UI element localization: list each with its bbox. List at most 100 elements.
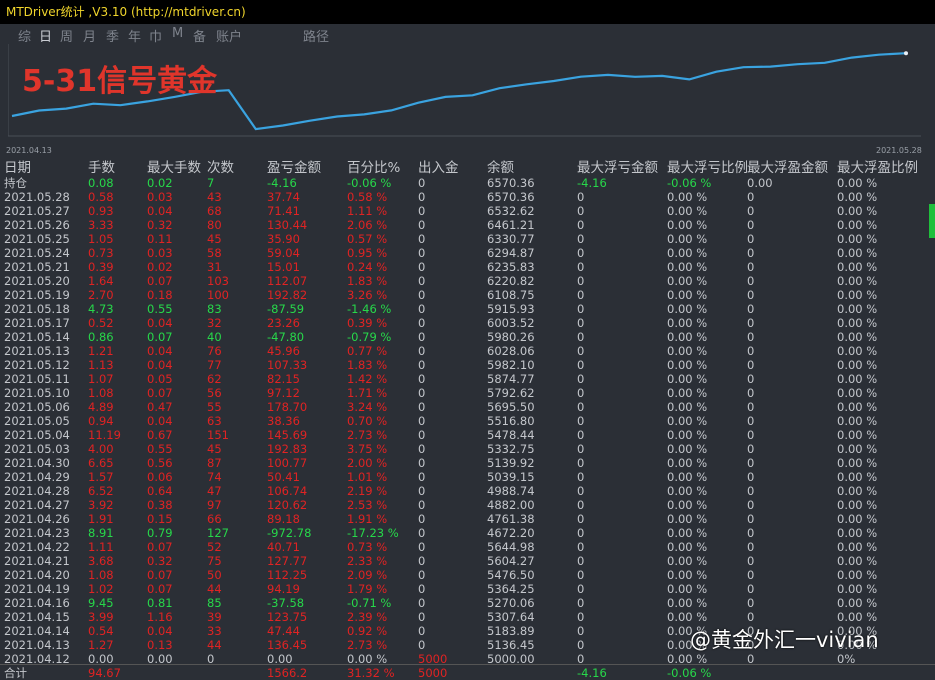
column-header[interactable]: 盈亏金额 [267,160,321,176]
table-cell: 0.00 % [837,414,878,428]
table-cell: 0 [577,316,585,330]
table-row[interactable]: 2021.05.20 1.64 0.07 103 112.07 1.83 % 0 6220.8… [0,274,935,288]
table-row[interactable]: 2021.04.16 9.45 0.81 85 -37.58 -0.71 % 0 5270.0… [0,596,935,610]
tab-week[interactable]: 周 [60,26,73,45]
column-header[interactable]: 出入金 [418,160,459,176]
table-cell: 0 [747,414,755,428]
table-cell: 0 [418,484,426,498]
tab-month[interactable]: 月 [83,26,96,45]
table-cell: 0 [747,428,755,442]
table-row[interactable]: 2021.05.05 0.94 0.04 63 38.36 0.70 % 0 5516.80 0… [0,414,935,428]
tab-account[interactable]: 账户 [216,26,242,45]
column-header[interactable]: 次数 [207,160,234,176]
table-row[interactable]: 2021.05.04 11.19 0.67 151 145.69 2.73 % 0 5478.… [0,428,935,442]
table-row[interactable]: 2021.04.27 3.92 0.38 97 120.62 2.53 % 0 4882.00… [0,498,935,512]
column-header[interactable]: 日期 [4,160,31,176]
table-cell: 1.91 [88,512,114,526]
table-cell: 0 [577,582,585,596]
table-cell: 0 [747,540,755,554]
table-row[interactable]: 2021.04.20 1.08 0.07 50 112.25 2.09 % 0 5476.50… [0,568,935,582]
table-cell: 0.13 [147,638,173,652]
table-cell: 2021.04.26 [4,512,70,526]
equity-end-marker [904,51,908,56]
table-row[interactable]: 2021.05.28 0.58 0.03 43 37.74 0.58 % 0 6570.36 0… [0,190,935,204]
table-row[interactable]: 2021.05.26 3.33 0.32 80 130.44 2.06 % 0 6461.21… [0,218,935,232]
table-row[interactable]: 2021.05.12 1.13 0.04 77 107.33 1.83 % 0 5982.10… [0,358,935,372]
tab-notes[interactable]: 备 [193,26,206,45]
table-row[interactable]: 2021.05.27 0.93 0.04 68 71.41 1.11 % 0 6532.62 0… [0,204,935,218]
total-row[interactable]: 合计 94.67 1566.2 31.32 % 5000 -4.16 -0.06 % [0,666,935,680]
table-cell: 120.62 [267,498,308,512]
table-cell: 2021.05.11 [4,372,70,386]
table-row[interactable]: 2021.05.19 2.70 0.18 100 192.82 3.26 % 0 6108.7… [0,288,935,302]
table-cell: 0 [418,414,426,428]
table-cell: 2021.04.23 [4,526,70,540]
table-cell: -37.58 [267,596,305,610]
table-cell: 0 [577,218,585,232]
table-cell: 136.45 [267,638,308,652]
table-row[interactable]: 2021.05.24 0.73 0.03 58 59.04 0.95 % 0 6294.87 0… [0,246,935,260]
table-cell: 0 [747,218,755,232]
scroll-indicator[interactable] [929,204,935,238]
table-row[interactable]: 2021.05.13 1.21 0.04 76 45.96 0.77 % 0 6028.06 0… [0,344,935,358]
table-cell: 71.41 [267,204,300,218]
tab-quarter[interactable]: 季 [106,26,119,45]
table-row[interactable]: 2021.04.26 1.91 0.15 66 89.18 1.91 % 0 4761.38 0… [0,512,935,526]
table-cell: 持仓 [4,176,27,190]
table-row[interactable]: 2021.05.10 1.08 0.07 56 97.12 1.71 % 0 5792.62 0… [0,386,935,400]
stats-window: MTDriver统计 ,V3.10 (http://mtdriver.cn) 综… [0,0,935,680]
table-row[interactable]: 2021.04.29 1.57 0.06 74 50.41 1.01 % 0 5039.15 0… [0,470,935,484]
table-cell: 1.83 % [347,274,388,288]
table-cell: 2.39 % [347,610,388,624]
table-row[interactable]: 2021.05.25 1.05 0.11 45 35.90 0.57 % 0 6330.77 0… [0,232,935,246]
table-row[interactable]: 2021.05.06 4.89 0.47 55 178.70 3.24 % 0 5695.50… [0,400,935,414]
tab-summary[interactable]: 综 [18,26,31,45]
tab-magic[interactable]: M [172,26,183,41]
table-cell: 0.94 [88,414,114,428]
column-header[interactable]: 余额 [487,160,514,176]
column-header[interactable]: 最大浮盈金额 [747,160,828,176]
table-row[interactable]: 2021.04.23 8.91 0.79 127 -972.78 -17.23 % 0 467… [0,526,935,540]
column-header[interactable]: 最大浮亏比例 [667,160,748,176]
table-cell: 5516.80 [487,414,535,428]
table-cell: 0 [577,358,585,372]
table-cell: 0 [418,610,426,624]
table-row[interactable]: 2021.04.22 1.11 0.07 52 40.71 0.73 % 0 5644.98 0… [0,540,935,554]
table-cell: 0.00 % [667,372,708,386]
table-row[interactable]: 2021.05.14 0.86 0.07 40 -47.80 -0.79 % 0 5980.2… [0,330,935,344]
table-row[interactable]: 2021.04.30 6.65 0.56 87 100.77 2.00 % 0 5139.92… [0,456,935,470]
table-cell: 2021.05.19 [4,288,70,302]
table-cell: 15.01 [267,260,300,274]
table-cell: 2.70 [88,288,114,302]
table-cell: 0 [418,582,426,596]
table-row[interactable]: 2021.05.11 1.07 0.05 62 82.15 1.42 % 0 5874.77 0… [0,372,935,386]
table-cell: 5039.15 [487,470,535,484]
table-cell: 44 [207,582,222,596]
table-cell: 5604.27 [487,554,535,568]
tab-path[interactable]: 路径 [303,26,329,45]
table-cell: 3.26 % [347,288,388,302]
tab-year[interactable]: 年 [128,26,141,45]
table-row[interactable]: 2021.04.21 3.68 0.32 75 127.77 2.33 % 0 5604.27… [0,554,935,568]
column-header[interactable]: 手数 [88,160,115,176]
column-header[interactable]: 最大浮盈比例 [837,160,918,176]
table-row[interactable]: 2021.05.17 0.52 0.04 32 23.26 0.39 % 0 6003.52 0… [0,316,935,330]
table-row[interactable]: 2021.05.03 4.00 0.55 45 192.83 3.75 % 0 5332.75… [0,442,935,456]
table-row[interactable]: 2021.05.21 0.39 0.02 31 15.01 0.24 % 0 6235.83 0… [0,260,935,274]
table-row[interactable]: 2021.04.28 6.52 0.64 47 106.74 2.19 % 0 4988.74… [0,484,935,498]
tab-symbol[interactable]: 巾 [149,26,162,45]
table-cell: 0 [577,610,585,624]
table-cell: 82.15 [267,372,300,386]
table-cell: 0 [418,386,426,400]
table-row[interactable]: 2021.05.18 4.73 0.55 83 -87.59 -1.46 % 0 5915.9… [0,302,935,316]
column-header[interactable]: 最大浮亏金额 [577,160,658,176]
table-cell: 2021.04.29 [4,470,70,484]
table-row[interactable]: 2021.04.15 3.99 1.16 39 123.75 2.39 % 0 5307.64… [0,610,935,624]
column-header[interactable]: 百分比% [347,160,400,176]
tab-day[interactable]: 日 [39,26,52,45]
column-header[interactable]: 最大手数 [147,160,201,176]
table-row[interactable]: 2021.04.19 1.02 0.07 44 94.19 1.79 % 0 5364.25 0… [0,582,935,596]
table-cell: 1.21 [88,344,114,358]
open-positions-row[interactable]: 持仓 0.08 0.02 7 -4.16 -0.06 % 0 6570.36 -4.16 -0.0… [0,176,935,190]
table-cell: 50.41 [267,470,300,484]
